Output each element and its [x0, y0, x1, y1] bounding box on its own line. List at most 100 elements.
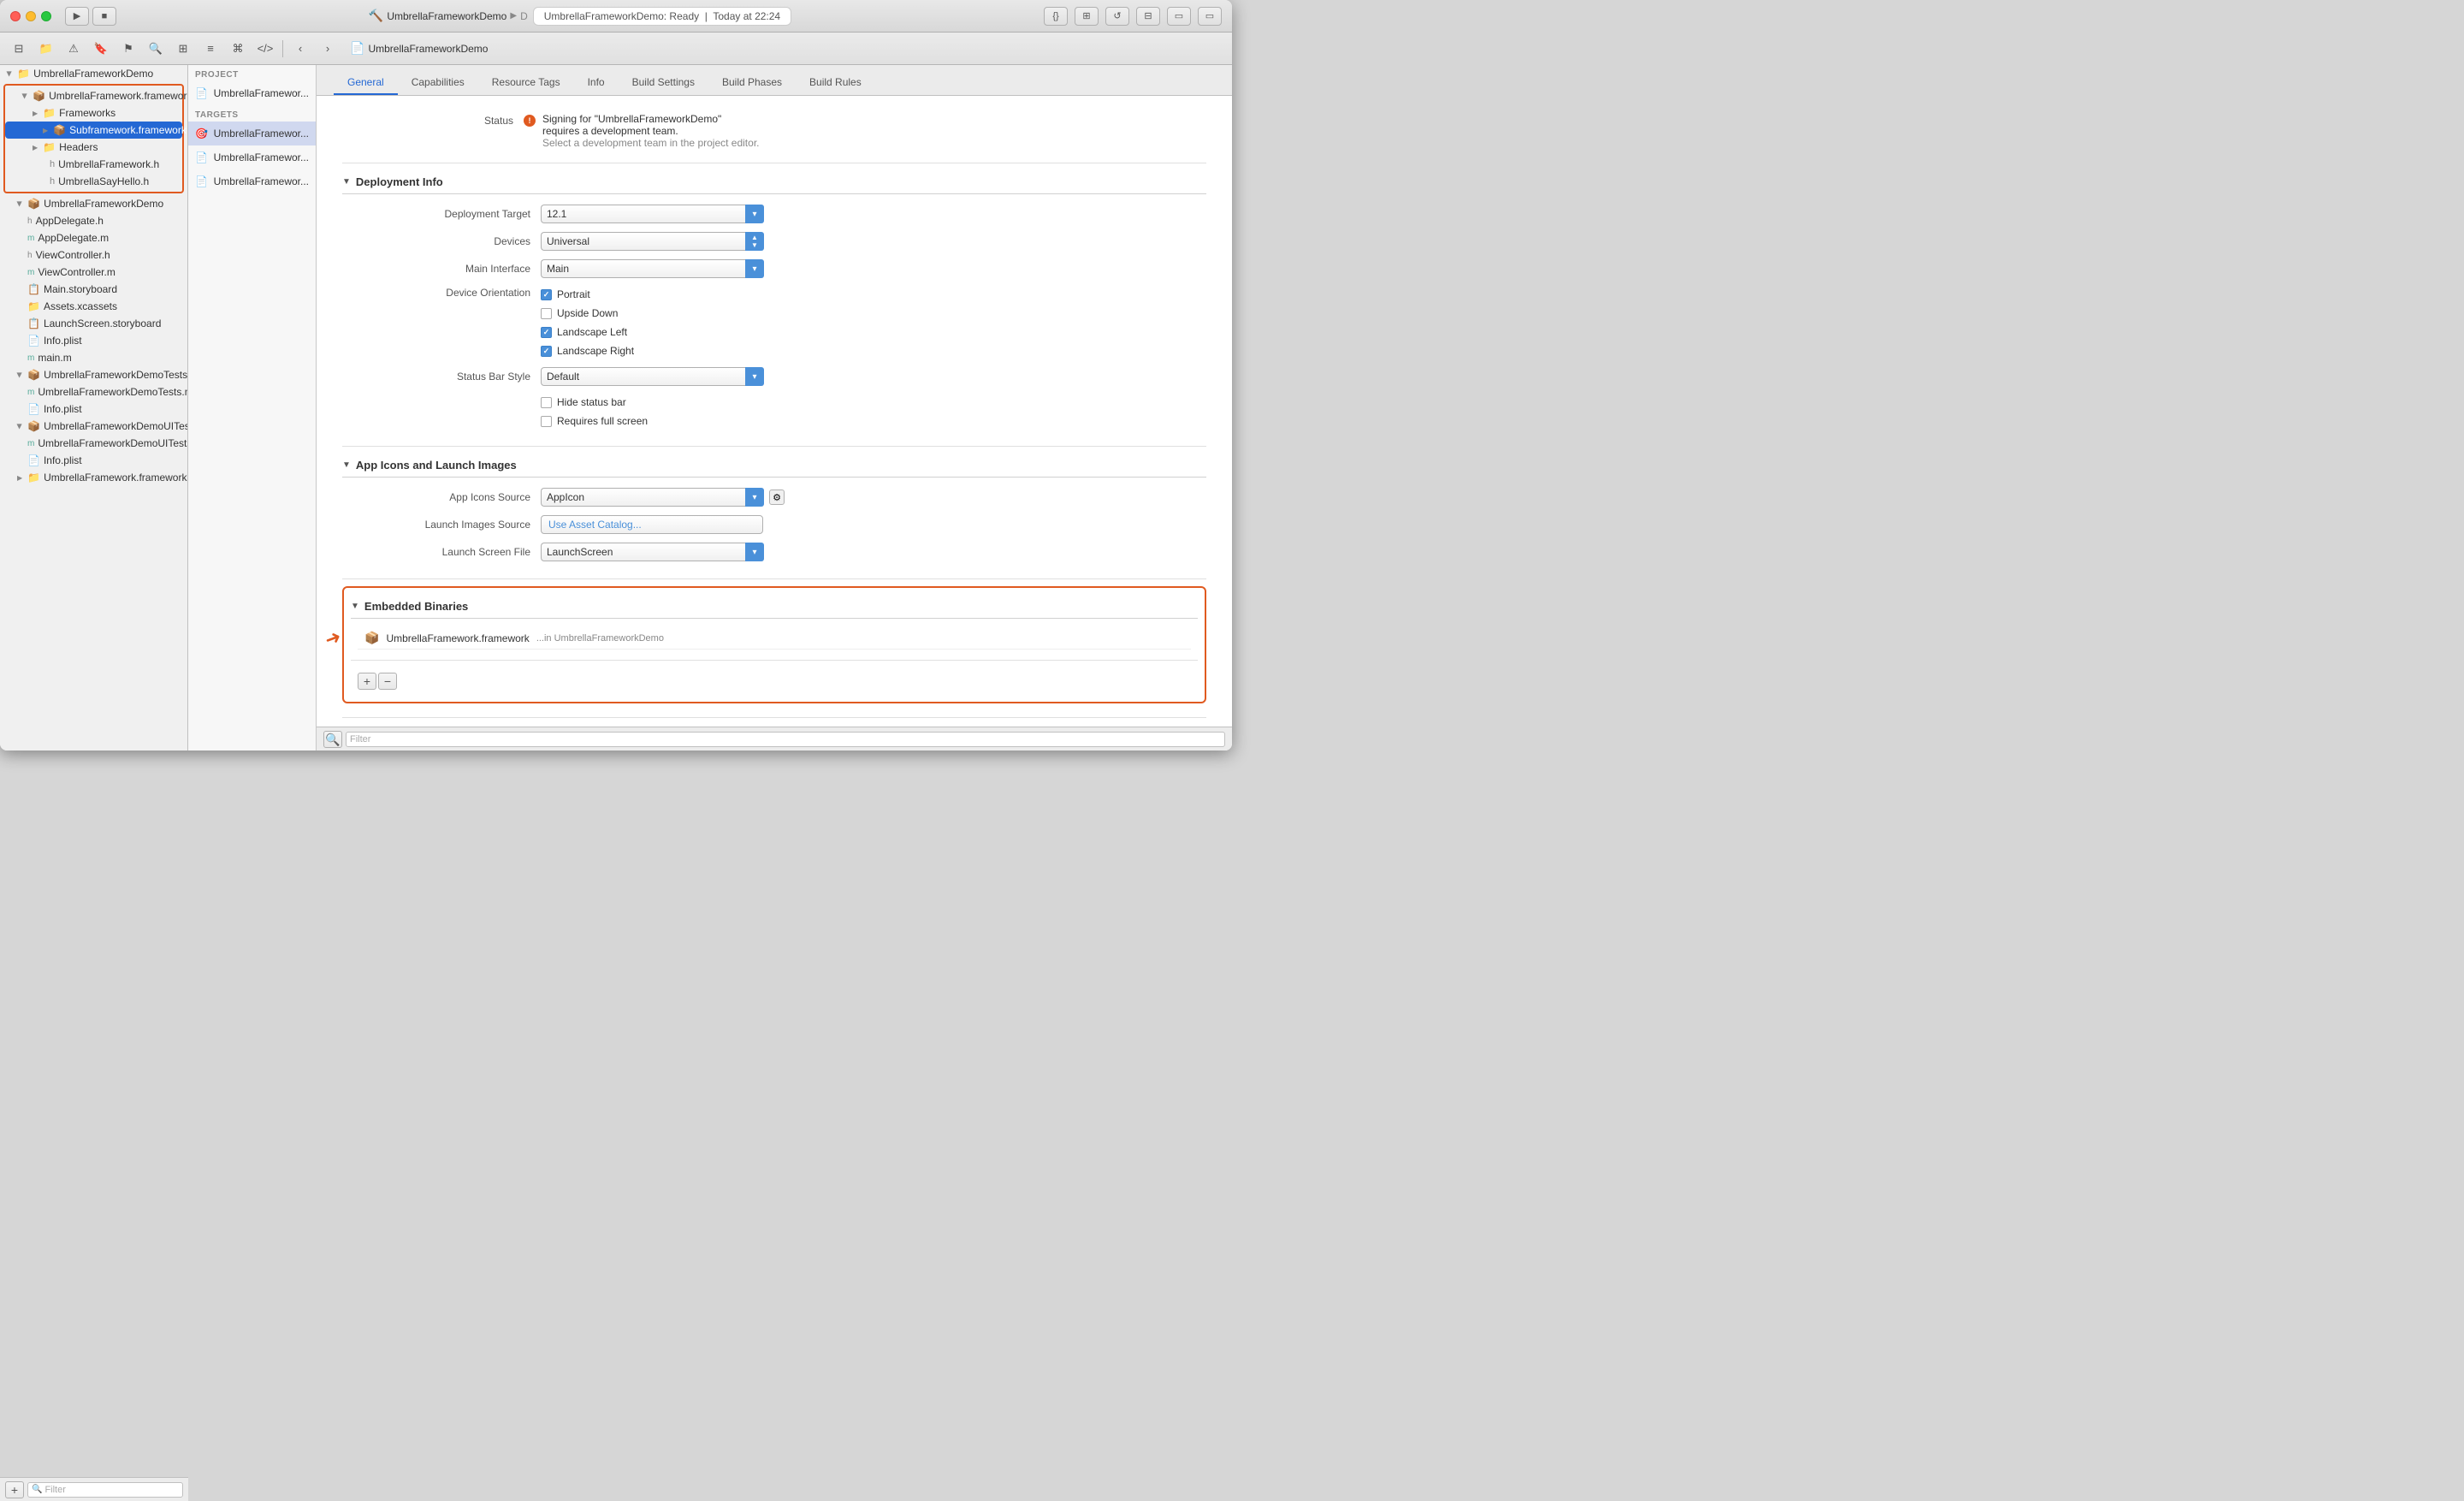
sidebar-item-viewcontroller-h[interactable]: h ViewController.h [0, 246, 187, 264]
nav-back-btn[interactable]: ⊟ [7, 38, 31, 60]
launch-screen-file-select[interactable]: LaunchScreen ▾ [541, 543, 764, 561]
inspector-btn[interactable]: ▭ [1167, 7, 1191, 26]
section-toggle-icon: ▼ [342, 177, 351, 187]
sidebar-item-viewcontroller-m[interactable]: m ViewController.m [0, 264, 187, 281]
tab-build-phases[interactable]: Build Phases [708, 71, 796, 95]
nav-item-target-2[interactable]: 📄 UmbrellaFramewor... [188, 169, 316, 193]
landscape-left-checkbox[interactable] [541, 327, 552, 338]
hide-status-checkbox-row: Hide status bar [541, 395, 648, 410]
back-nav-btn[interactable]: ‹ [288, 38, 312, 60]
app-icons-source-select[interactable]: AppIcon ▾ [541, 488, 764, 507]
launch-images-source-label: Launch Images Source [394, 519, 530, 531]
devices-arrow[interactable]: ▲ ▼ [745, 232, 764, 251]
app-icons-source-control: AppIcon ▾ ⚙ [541, 488, 785, 507]
sidebar-item-label: Info.plist [44, 403, 82, 415]
status-bar: UmbrellaFrameworkDemo: Ready | Today at … [533, 7, 791, 26]
sidebar-item-uitests-info[interactable]: 📄 Info.plist [0, 452, 187, 469]
sidebar-item-main-m[interactable]: m main.m [0, 349, 187, 366]
sidebar-item-subframework[interactable]: ▶ 📦 Subframework.framework [5, 122, 182, 139]
sidebar-item-umbrella-h[interactable]: h UmbrellaFramework.h [5, 156, 182, 173]
sidebar-item-tests-info[interactable]: 📄 Info.plist [0, 400, 187, 418]
status-bar-style-select[interactable]: Default ▾ [541, 367, 764, 386]
sidebar-item-label: LaunchScreen.storyboard [44, 317, 161, 329]
tab-info[interactable]: Info [574, 71, 619, 95]
status-bar-style-arrow[interactable]: ▾ [745, 367, 764, 386]
navigator-btn[interactable]: ▭ [1198, 7, 1222, 26]
embedded-add-btn[interactable]: + [358, 673, 376, 690]
embedded-remove-btn[interactable]: − [378, 673, 397, 690]
sidebar-item-frameworks[interactable]: ▶ 📁 Frameworks [5, 104, 182, 122]
sidebar-item-project-root[interactable]: ▶ 📁 UmbrellaFrameworkDemo [0, 65, 187, 82]
section-title: Deployment Info [356, 175, 443, 188]
code-btn[interactable]: </> [253, 38, 277, 60]
flag-btn[interactable]: ⚑ [116, 38, 140, 60]
expand-icon: ▶ [33, 110, 38, 117]
content-filter-btn[interactable]: 🔍 [323, 731, 342, 748]
sidebar-item-demo-tests[interactable]: ▶ 📦 UmbrellaFrameworkDemoTests [0, 366, 187, 383]
deployment-info-header[interactable]: ▼ Deployment Info [342, 170, 1206, 194]
hide-status-checkbox[interactable] [541, 397, 552, 408]
deployment-target-select[interactable]: 12.1 ▾ [541, 205, 764, 223]
tab-build-settings[interactable]: Build Settings [619, 71, 708, 95]
nav-item-target-1[interactable]: 📄 UmbrellaFramewor... [188, 145, 316, 169]
refresh-btn[interactable]: ↺ [1105, 7, 1129, 26]
library-btn[interactable]: ⊞ [1075, 7, 1099, 26]
landscape-left-label: Landscape Left [557, 326, 627, 338]
devices-select[interactable]: Universal ▲ ▼ [541, 232, 764, 251]
sidebar-item-products[interactable]: ▶ 📁 UmbrellaFramework.framework [0, 469, 187, 486]
code-review-btn[interactable]: {} [1044, 7, 1068, 26]
full-screen-checkbox[interactable] [541, 416, 552, 427]
deployment-target-value: 12.1 [541, 205, 746, 223]
sidebar-item-demo[interactable]: ▶ 📦 UmbrellaFrameworkDemo [0, 195, 187, 212]
app-icons-source-arrow[interactable]: ▾ [745, 488, 764, 507]
sidebar-item-launch-storyboard[interactable]: 📋 LaunchScreen.storyboard [0, 315, 187, 332]
tab-general[interactable]: General [334, 71, 398, 95]
general-settings-scroll[interactable]: Status ! Signing for "UmbrellaFrameworkD… [317, 96, 1232, 727]
sidebar-item-headers[interactable]: ▶ 📁 Headers [5, 139, 182, 156]
nav-item-project[interactable]: 📄 UmbrellaFramewor... [188, 81, 316, 105]
close-button[interactable] [10, 11, 21, 21]
sidebar-item-appdelegate-m[interactable]: m AppDelegate.m [0, 229, 187, 246]
launch-images-source-value[interactable]: Use Asset Catalog... [541, 515, 763, 534]
landscape-right-checkbox[interactable] [541, 346, 552, 357]
find-btn[interactable]: 🔍 [144, 38, 168, 60]
bookmark-btn[interactable]: 🔖 [89, 38, 113, 60]
hide-status-row: Hide status bar Requires full screen [342, 395, 1206, 429]
sidebar-item-assets[interactable]: 📁 Assets.xcassets [0, 298, 187, 315]
stop-button[interactable]: ■ [92, 7, 116, 26]
warning-btn[interactable]: ⚠ [62, 38, 86, 60]
run-button[interactable]: ▶ [65, 7, 89, 26]
portrait-label: Portrait [557, 288, 590, 300]
sidebar-item-umbrella-framework[interactable]: ▶ 📦 UmbrellaFramework.framework [5, 87, 182, 104]
deployment-target-arrow[interactable]: ▾ [745, 205, 764, 223]
split-view-btn[interactable]: ⊟ [1136, 7, 1160, 26]
embedded-binaries-header[interactable]: ▼ Embedded Binaries [351, 595, 1198, 619]
sidebar-item-appdelegate-h[interactable]: h AppDelegate.h [0, 212, 187, 229]
forward-nav-btn[interactable]: › [316, 38, 340, 60]
folder-btn[interactable]: 📁 [34, 38, 58, 60]
minimize-button[interactable] [26, 11, 36, 21]
grid-btn[interactable]: ⊞ [171, 38, 195, 60]
app-icons-gear-btn[interactable]: ⚙ [769, 489, 785, 505]
main-interface-arrow[interactable]: ▾ [745, 259, 764, 278]
tab-resource-tags[interactable]: Resource Tags [478, 71, 574, 95]
main-interface-control: Main ▾ [541, 259, 764, 278]
main-interface-select[interactable]: Main ▾ [541, 259, 764, 278]
link-btn[interactable]: ⌘ [226, 38, 250, 60]
hierarchy-btn[interactable]: ≡ [198, 38, 222, 60]
sidebar-item-main-storyboard[interactable]: 📋 Main.storyboard [0, 281, 187, 298]
sidebar-item-ui-tests[interactable]: ▶ 📦 UmbrellaFrameworkDemoUITests [0, 418, 187, 435]
nav-item-target-0[interactable]: 🎯 UmbrellaFramewor... [188, 122, 316, 145]
tab-build-rules[interactable]: Build Rules [796, 71, 875, 95]
sidebar-item-say-hello-h[interactable]: h UmbrellaSayHello.h [5, 173, 182, 190]
portrait-checkbox[interactable] [541, 289, 552, 300]
sidebar-item-info-plist[interactable]: 📄 Info.plist [0, 332, 187, 349]
app-icons-header[interactable]: ▼ App Icons and Launch Images [342, 454, 1206, 478]
tab-capabilities[interactable]: Capabilities [398, 71, 478, 95]
upsidedown-checkbox[interactable] [541, 308, 552, 319]
sidebar-item-demotests-m[interactable]: m UmbrellaFrameworkDemoTests.m [0, 383, 187, 400]
sidebar-item-uitests-m[interactable]: m UmbrellaFrameworkDemoUITests.m [0, 435, 187, 452]
launch-screen-file-arrow[interactable]: ▾ [745, 543, 764, 561]
maximize-button[interactable] [41, 11, 51, 21]
sidebar-item-label: AppDelegate.h [36, 215, 104, 227]
